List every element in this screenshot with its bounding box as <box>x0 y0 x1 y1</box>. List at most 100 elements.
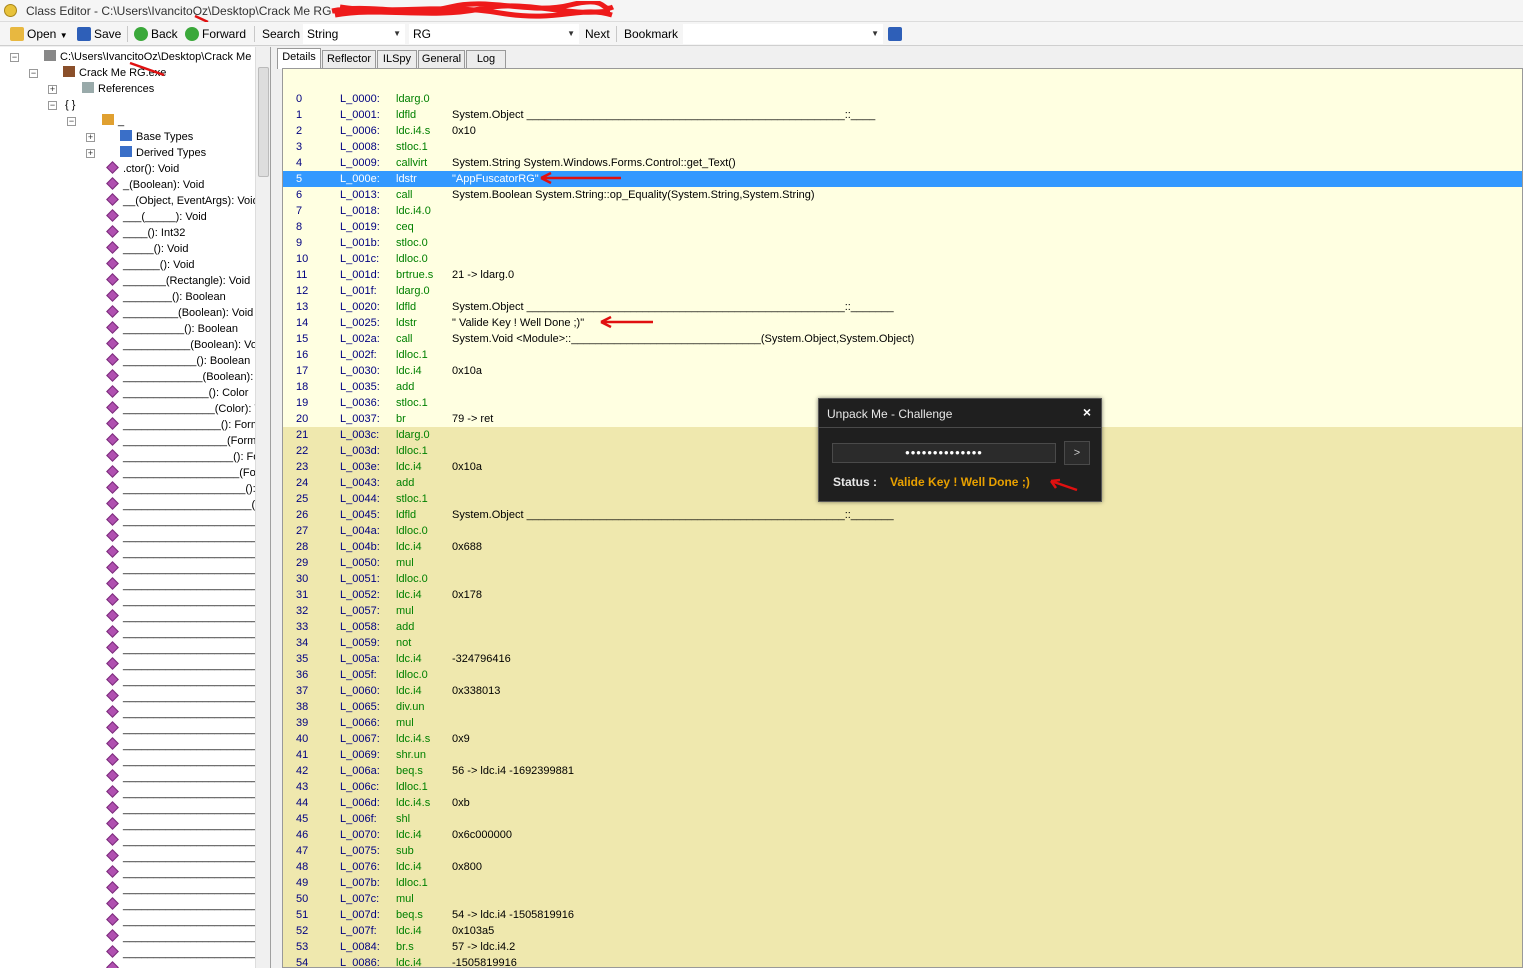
tree-item[interactable]: ______________________________ <box>106 657 270 673</box>
code-row[interactable]: 31 L_0052: ldc.i4 0x178 <box>283 587 1522 603</box>
code-row[interactable]: 37 L_0060: ldc.i4 0x338013 <box>283 683 1522 699</box>
tree-item[interactable]: _ <box>102 113 124 129</box>
code-row[interactable]: 32 L_0057: mul <box>283 603 1522 619</box>
code-row[interactable]: 8 L_0019: ceq <box>283 219 1522 235</box>
tree-item[interactable]: ______________________________ <box>106 833 270 849</box>
tree-item[interactable]: .ctor(): Void <box>106 161 179 177</box>
tree-item[interactable]: ______________(): Color <box>106 385 248 401</box>
tree-item[interactable]: ______________________________ <box>106 945 270 961</box>
tree-item[interactable]: ______________________________ <box>106 721 270 737</box>
code-row[interactable]: 45 L_006f: shl <box>283 811 1522 827</box>
tree-item[interactable]: ______________________________ <box>106 545 270 561</box>
tree-expander[interactable]: − <box>67 117 76 126</box>
close-icon[interactable]: × <box>1083 404 1091 420</box>
code-row[interactable]: 30 L_0051: ldloc.0 <box>283 571 1522 587</box>
code-row[interactable]: 48 L_0076: ldc.i4 0x800 <box>283 859 1522 875</box>
tree-item[interactable]: ______________________________ <box>106 865 270 881</box>
tree-item[interactable]: ______________________________ <box>106 673 270 689</box>
tree-item[interactable]: ___(_____): Void <box>106 209 207 225</box>
tree-item[interactable]: ______________________________ <box>106 689 270 705</box>
code-row[interactable]: 6 L_0013: call System.Boolean System.String… <box>283 187 1522 203</box>
tree-item[interactable]: Derived Types <box>120 145 206 161</box>
tree-item[interactable]: ____________________(): <box>106 481 256 497</box>
search-type-dropdown[interactable]: String ▼ <box>303 24 405 44</box>
tab-ilspy[interactable]: ILSpy <box>377 50 417 68</box>
save-button[interactable]: Save <box>77 25 121 43</box>
code-row[interactable]: 44 L_006d: ldc.i4.s 0xb <box>283 795 1522 811</box>
code-row[interactable]: 12 L_001f: ldarg.0 <box>283 283 1522 299</box>
tree-item[interactable]: ___________(Boolean): Void <box>106 337 266 353</box>
tree-item[interactable]: ______________________________ <box>106 561 270 577</box>
tree-item[interactable]: _________________(FormB <box>106 433 264 449</box>
code-row[interactable]: 14 L_0025: ldstr " Valide Key ! Well Done ;… <box>283 315 1522 331</box>
tree-item[interactable]: ______________________________ <box>106 705 270 721</box>
tree-item[interactable]: ______________________________ <box>106 529 270 545</box>
tree-expander[interactable]: + <box>48 85 57 94</box>
code-row[interactable]: 7 L_0018: ldc.i4.0 <box>283 203 1522 219</box>
code-row[interactable]: 46 L_0070: ldc.i4 0x6c000000 <box>283 827 1522 843</box>
tree-item[interactable]: ______________________________ <box>106 897 270 913</box>
tree-item[interactable]: __________(): Boolean <box>106 321 238 337</box>
tree-item[interactable]: ______________________________ <box>106 577 270 593</box>
tab-reflector[interactable]: Reflector <box>322 50 376 68</box>
tree-item[interactable]: __(Object, EventArgs): Void <box>106 193 259 209</box>
save-bookmark-button[interactable] <box>888 25 905 43</box>
tree-item[interactable]: ______________________________ <box>106 929 270 945</box>
code-row[interactable]: 38 L_0065: div.un <box>283 699 1522 715</box>
code-row[interactable]: 54 L_0086: ldc.i4 -1505819916 <box>283 955 1522 967</box>
tree-item[interactable]: _______________(Color): Void <box>106 401 270 417</box>
tree-item[interactable]: _____________________(B <box>106 497 262 513</box>
code-row[interactable]: 47 L_0075: sub <box>283 843 1522 859</box>
tree-item[interactable]: References <box>82 81 154 97</box>
tree-item[interactable]: ______________________________ <box>106 785 270 801</box>
tree-item[interactable]: ________________(): Form <box>106 417 260 433</box>
tree-item[interactable]: ______________________________ <box>106 769 270 785</box>
code-row[interactable]: 41 L_0069: shr.un <box>283 747 1522 763</box>
tree-item[interactable]: _____(): Void <box>106 241 188 257</box>
code-row[interactable]: 15 L_002a: call System.Void <Module>::_____… <box>283 331 1522 347</box>
tree-item[interactable]: _______(Rectangle): Void <box>106 273 250 289</box>
tree-item[interactable]: ______________________________ <box>106 513 270 529</box>
search-input[interactable]: RG ▼ <box>409 24 579 44</box>
code-row[interactable]: 0 L_0000: ldarg.0 <box>283 91 1522 107</box>
tree-item[interactable]: ______________________________ <box>106 609 270 625</box>
code-row[interactable]: 29 L_0050: mul <box>283 555 1522 571</box>
code-row[interactable]: 43 L_006c: ldloc.1 <box>283 779 1522 795</box>
tree-item[interactable]: { } <box>65 97 75 113</box>
code-row[interactable]: 1 L_0001: ldfld System.Object _____________… <box>283 107 1522 123</box>
tab-details[interactable]: Details <box>277 48 321 69</box>
code-row[interactable]: 28 L_004b: ldc.i4 0x688 <box>283 539 1522 555</box>
code-row[interactable]: 49 L_007b: ldloc.1 <box>283 875 1522 891</box>
tree-item[interactable]: ______________________________ <box>106 961 270 968</box>
tree-item[interactable]: _____________(Boolean): Void <box>106 369 270 385</box>
tree-item[interactable]: ______________________________ <box>106 801 270 817</box>
tree-item[interactable]: ______________________________ <box>106 737 270 753</box>
tree-item[interactable]: _(Boolean): Void <box>106 177 204 193</box>
tree-item[interactable]: ______________________________ <box>106 625 270 641</box>
tree-item[interactable]: Base Types <box>120 129 193 145</box>
code-row[interactable]: 33 L_0058: add <box>283 619 1522 635</box>
tree-item[interactable]: ______________________________ <box>106 913 270 929</box>
tree-item[interactable]: ______________________________ <box>106 817 270 833</box>
tree-item[interactable]: ______________________________ <box>106 641 270 657</box>
code-row[interactable]: 26 L_0045: ldfld System.Object ____________… <box>283 507 1522 523</box>
code-row[interactable]: 5 L_000e: ldstr "AppFuscatorRG" <box>283 171 1522 187</box>
forward-button[interactable]: Forward <box>185 25 246 43</box>
code-row[interactable]: 35 L_005a: ldc.i4 -324796416 <box>283 651 1522 667</box>
tree-item[interactable]: ______(): Void <box>106 257 195 273</box>
bookmark-dropdown[interactable]: ▼ <box>683 24 883 44</box>
code-row[interactable]: 27 L_004a: ldloc.0 <box>283 523 1522 539</box>
code-row[interactable]: 39 L_0066: mul <box>283 715 1522 731</box>
code-row[interactable]: 52 L_007f: ldc.i4 0x103a5 <box>283 923 1522 939</box>
code-row[interactable]: 53 L_0084: br.s 57 -> ldc.i4.2 <box>283 939 1522 955</box>
code-row[interactable]: 13 L_0020: ldfld System.Object ____________… <box>283 299 1522 315</box>
code-row[interactable]: 10 L_001c: ldloc.0 <box>283 251 1522 267</box>
code-row[interactable]: 3 L_0008: stloc.1 <box>283 139 1522 155</box>
tree-item[interactable]: __________________(): Fo <box>106 449 259 465</box>
next-button[interactable]: Next <box>585 25 610 43</box>
scrollbar-thumb[interactable] <box>258 67 269 177</box>
tree-item[interactable]: ___________________(For <box>106 465 259 481</box>
tab-general[interactable]: General <box>418 50 465 68</box>
code-row[interactable]: 16 L_002f: ldloc.1 <box>283 347 1522 363</box>
open-button[interactable]: Open ▼ <box>10 25 68 43</box>
